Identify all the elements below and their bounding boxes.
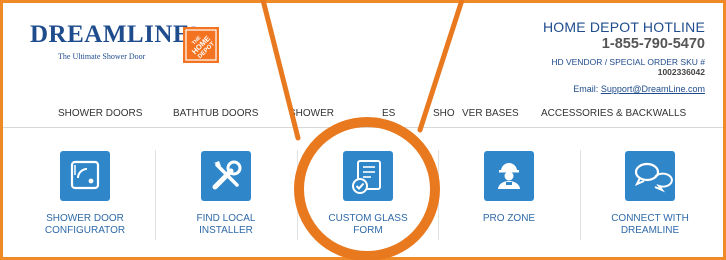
tile-label: CONNECT WITH DREAMLINE [611,213,689,236]
dreamline-logo[interactable]: DREAMLINE® The Ultimate Shower Door [30,21,197,65]
nav-shower-partial-right[interactable]: ES [382,108,395,119]
home-depot-logo[interactable]: THE HOME DEPOT [183,27,219,63]
tile-label: SHOWER DOOR CONFIGURATOR [44,213,126,236]
nav-shower-doors[interactable]: SHOWER DOORS [58,108,142,119]
tile-custom-glass-form[interactable]: CUSTOM GLASS FORM [308,151,428,237]
tile-divider [297,150,298,240]
tools-icon [201,151,251,201]
contact-block: HOME DEPOT HOTLINE 1-855-790-5470 HD VEN… [543,19,705,94]
nav-bathtub-doors[interactable]: BATHTUB DOORS [173,108,258,119]
email-link[interactable]: Support@DreamLine.com [601,84,705,94]
tile-divider [155,150,156,240]
email-line: Email: Support@DreamLine.com [543,84,705,94]
hotline-label: HOME DEPOT HOTLINE [542,19,705,35]
tile-find-local-installer[interactable]: FIND LOCAL INSTALLER [166,151,286,237]
vendor-sku-label: HD VENDOR / SPECIAL ORDER SKU # [551,57,705,67]
vendor-sku-number: 1002336042 [657,67,705,77]
hotline-phone[interactable]: 1-855-790-5470 [543,36,705,52]
tile-pro-zone[interactable]: PRO ZONE [449,151,569,225]
logo-wordmark: DREAMLINE® [30,21,197,48]
tile-divider [580,150,581,240]
nav-shower-partial-left[interactable]: SHOWER [289,108,334,119]
nav-accessories-backwalls[interactable]: ACCESSORIES & BACKWALLS [541,108,686,119]
chat-bubbles-icon [625,151,675,201]
tile-label: PRO ZONE [482,213,536,224]
contractor-icon [484,151,534,201]
document-check-icon [343,151,393,201]
shower-door-icon [60,151,110,201]
tile-label: FIND LOCAL INSTALLER [196,213,256,236]
nav-shower-bases-right[interactable]: VER BASES [462,108,519,119]
email-label: Email: [573,84,599,94]
nav-shower-bases-left[interactable]: SHO [433,108,455,119]
tile-connect-with-dreamline[interactable]: CONNECT WITH DREAMLINE [590,151,710,237]
main-nav: SHOWER DOORS BATHTUB DOORS SHOWER ES SHO… [3,100,723,128]
tile-shower-door-configurator[interactable]: SHOWER DOOR CONFIGURATOR [25,151,145,237]
logo-tagline: The Ultimate Shower Door [58,52,146,61]
tile-divider [438,150,439,240]
tile-label: CUSTOM GLASS FORM [328,213,408,236]
